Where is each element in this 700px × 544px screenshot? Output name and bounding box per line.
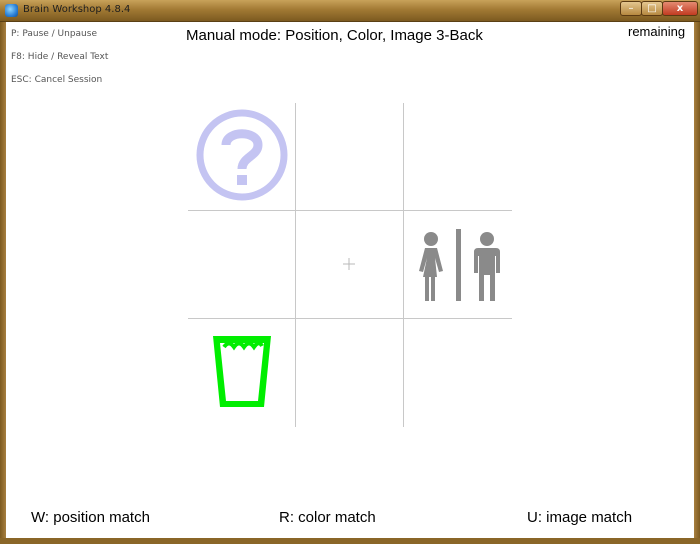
fixation-cross [342,256,356,270]
minimize-button[interactable]: – [620,1,642,16]
window-frame-left [0,22,6,544]
maximize-button[interactable]: □ [641,1,663,16]
mode-title: Manual mode: Position, Color, Image 3-Ba… [186,27,483,44]
app-icon [5,4,18,17]
window-title: Brain Workshop 4.8.4 [23,4,131,15]
close-icon: x [676,2,684,14]
hint-hide-text: F8: Hide / Reveal Text [11,52,109,62]
grid-cell-1-2 [404,211,512,319]
remaining-label: remaining [628,24,686,39]
title-bar[interactable]: Brain Workshop 4.8.4 – □ x [0,0,700,22]
question-mark-icon [196,109,288,201]
hint-cancel: ESC: Cancel Session [11,75,103,85]
maximize-icon: □ [647,2,657,14]
grid-cell-2-0 [188,319,296,427]
close-button[interactable]: x [662,1,698,16]
grid-cell-0-0 [188,103,296,211]
position-match-label[interactable]: W: position match [31,509,150,526]
window-frame-right [694,22,700,544]
image-match-label[interactable]: U: image match [527,509,632,526]
window-frame-bottom [0,538,700,544]
minimize-icon: – [628,2,634,14]
color-match-label[interactable]: R: color match [279,509,376,526]
water-glass-icon [213,336,271,407]
hint-pause: P: Pause / Unpause [11,29,97,39]
restroom-icon [419,229,500,301]
